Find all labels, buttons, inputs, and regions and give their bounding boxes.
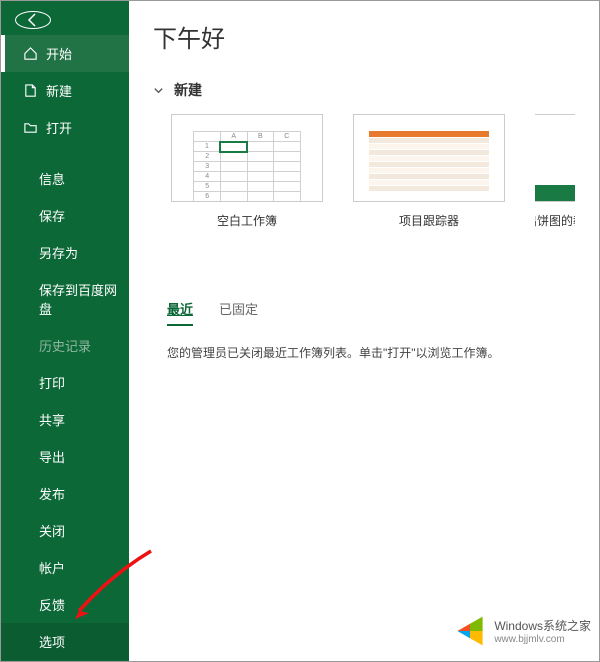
blank-grid-preview: ABC 1 2 3 4 5 6 7 <box>193 131 300 202</box>
new-section-header[interactable]: 新建 <box>153 80 575 100</box>
nav-primary: 开始 新建 打开 <box>1 35 129 146</box>
nav-label: 开始 <box>46 44 72 63</box>
nav-info[interactable]: 信息 <box>1 160 129 197</box>
windows-logo-icon <box>452 613 488 649</box>
nav-label: 打印 <box>39 373 65 392</box>
watermark-text: Windows系统之家 www.bjjmlv.com <box>494 617 591 645</box>
nav-label: 历史记录 <box>39 336 91 355</box>
home-icon <box>23 46 38 61</box>
tab-pinned[interactable]: 已固定 <box>219 299 258 326</box>
chevron-down-icon <box>153 85 164 96</box>
nav-home[interactable]: 开始 <box>1 35 129 72</box>
template-thumbnail: 实现超越 饼图 <box>535 114 575 202</box>
backstage-sidebar: 开始 新建 打开 信息 保存 另存为 保存到百度网盘 历史记录 打印 共享 导出… <box>1 1 129 661</box>
nav-label: 另存为 <box>39 243 78 262</box>
greeting-text: 下午好 <box>153 19 575 54</box>
nav-label: 信息 <box>39 169 65 188</box>
nav-bottom: 帐户 反馈 选项 <box>1 549 129 660</box>
nav-label: 反馈 <box>39 595 65 614</box>
nav-close[interactable]: 关闭 <box>1 512 129 549</box>
section-title: 新建 <box>174 80 202 100</box>
nav-open[interactable]: 打开 <box>1 109 129 146</box>
new-icon <box>23 83 38 98</box>
nav-label: 保存到百度网盘 <box>39 280 129 318</box>
nav-new[interactable]: 新建 <box>1 72 129 109</box>
template-label: 空白工作簿 <box>217 212 277 229</box>
nav-save-to-baidu[interactable]: 保存到百度网盘 <box>1 271 129 327</box>
nav-label: 选项 <box>39 632 65 651</box>
back-button[interactable] <box>15 11 51 29</box>
open-icon <box>23 120 38 135</box>
nav-save[interactable]: 保存 <box>1 197 129 234</box>
nav-save-as[interactable]: 另存为 <box>1 234 129 271</box>
template-thumbnail <box>353 114 505 202</box>
nav-label: 关闭 <box>39 521 65 540</box>
template-gallery: ABC 1 2 3 4 5 6 7 空白工作簿 <box>171 114 575 229</box>
nav-label: 导出 <box>39 447 65 466</box>
template-blank-workbook[interactable]: ABC 1 2 3 4 5 6 7 空白工作簿 <box>171 114 323 229</box>
nav-label: 打开 <box>46 118 72 137</box>
back-arrow-icon <box>25 12 41 28</box>
template-label: 项目跟踪器 <box>399 212 459 229</box>
main-content: 下午好 新建 ABC 1 2 3 4 5 6 7 空白工作簿 <box>129 1 599 661</box>
template-pie-tutorial[interactable]: 实现超越 饼图 超出饼图的教程 <box>535 114 575 229</box>
recent-disabled-message: 您的管理员已关闭最近工作簿列表。单击"打开"以浏览工作簿。 <box>167 344 575 361</box>
nav-export[interactable]: 导出 <box>1 438 129 475</box>
nav-secondary: 信息 保存 另存为 保存到百度网盘 历史记录 打印 共享 导出 发布 关闭 <box>1 160 129 549</box>
nav-print[interactable]: 打印 <box>1 364 129 401</box>
nav-label: 帐户 <box>39 558 65 577</box>
nav-feedback[interactable]: 反馈 <box>1 586 129 623</box>
recent-tabs: 最近 已固定 <box>167 299 575 326</box>
template-thumbnail: ABC 1 2 3 4 5 6 7 <box>171 114 323 202</box>
tab-recent[interactable]: 最近 <box>167 299 193 326</box>
tracker-preview <box>369 131 489 177</box>
nav-label: 新建 <box>46 81 72 100</box>
nav-label: 共享 <box>39 410 65 429</box>
template-label: 超出饼图的教程 <box>535 212 575 229</box>
nav-history: 历史记录 <box>1 327 129 364</box>
nav-account[interactable]: 帐户 <box>1 549 129 586</box>
nav-options[interactable]: 选项 <box>1 623 129 660</box>
watermark: Windows系统之家 www.bjjmlv.com <box>452 613 591 649</box>
nav-label: 发布 <box>39 484 65 503</box>
template-project-tracker[interactable]: 项目跟踪器 <box>353 114 505 229</box>
nav-label: 保存 <box>39 206 65 225</box>
nav-publish[interactable]: 发布 <box>1 475 129 512</box>
nav-share[interactable]: 共享 <box>1 401 129 438</box>
